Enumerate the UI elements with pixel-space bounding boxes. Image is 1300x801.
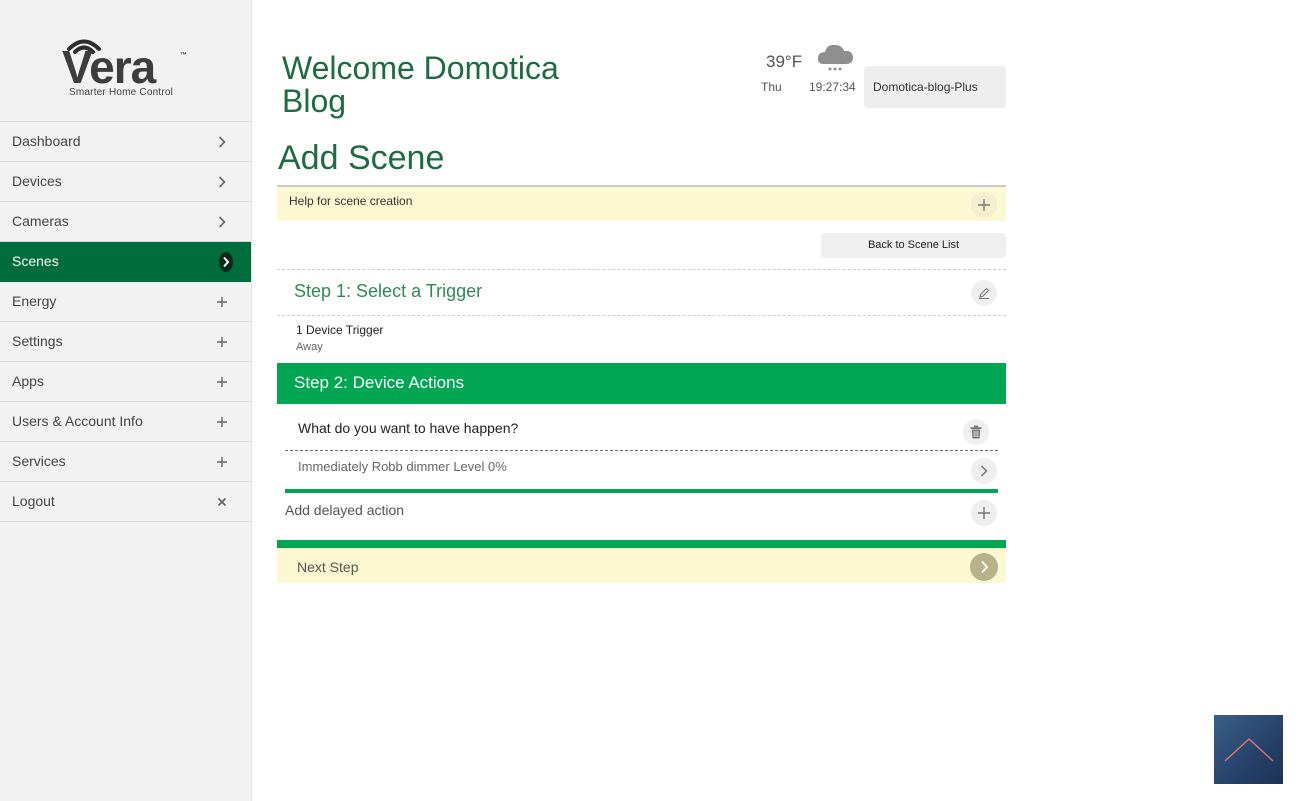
weather-time: 19:27:34: [809, 80, 856, 94]
plus-icon: [215, 402, 229, 441]
sidebar-item-label: Scenes: [12, 253, 59, 269]
sidebar: Vera ™ Smarter Home Control Dashboard De…: [0, 0, 252, 801]
step2-header: Step 2: Device Actions: [277, 363, 1006, 404]
user-account-box[interactable]: Domotica-blog-Plus: [864, 66, 1006, 108]
help-panel[interactable]: Help for scene creation: [277, 185, 1006, 221]
chevron-right-icon: [980, 560, 988, 574]
sidebar-item-label: Dashboard: [12, 133, 81, 149]
back-to-scene-list-button[interactable]: Back to Scene List: [821, 233, 1006, 258]
delete-action-group-button[interactable]: [963, 419, 989, 445]
logo-wordmark: Vera: [62, 41, 156, 93]
logo-trademark: ™: [180, 52, 187, 59]
snow-cloud-icon: [817, 44, 853, 71]
sidebar-item-label: Cameras: [12, 213, 69, 229]
weather-day: Thu: [761, 80, 782, 94]
trash-icon: [970, 425, 982, 439]
chevron-right-icon: [980, 465, 988, 477]
sidebar-item-scenes[interactable]: Scenes: [0, 242, 251, 282]
add-delayed-action-label: Add delayed action: [285, 502, 405, 518]
vera-logo[interactable]: Vera ™ Smarter Home Control: [0, 0, 251, 122]
plus-icon: [215, 442, 229, 481]
trigger-mode: Away: [296, 341, 323, 353]
sidebar-item-settings[interactable]: Settings: [0, 322, 251, 362]
add-delayed-action-row[interactable]: Add delayed action: [285, 496, 998, 532]
step1-title: Step 1: Select a Trigger: [294, 281, 483, 301]
sidebar-item-label: Energy: [12, 293, 57, 309]
action-group-header: What do you want to have happen?: [285, 410, 998, 451]
sidebar-item-dashboard[interactable]: Dashboard: [0, 122, 251, 162]
page-title: Add Scene: [278, 139, 445, 177]
chevron-right-icon: [219, 242, 233, 281]
sidebar-nav: Dashboard Devices Cameras Scenes Energy …: [0, 122, 251, 522]
sidebar-item-energy[interactable]: Energy: [0, 282, 251, 322]
plus-icon: [215, 362, 229, 401]
sidebar-item-apps[interactable]: Apps: [0, 362, 251, 402]
weather-temperature: 39°F: [766, 52, 803, 71]
chevron-up-icon: [1224, 737, 1273, 761]
next-step-label: Next Step: [297, 559, 359, 575]
sidebar-item-label: Users & Account Info: [12, 413, 143, 429]
sidebar-item-label: Devices: [12, 173, 62, 189]
plus-icon: [215, 282, 229, 321]
chevron-right-icon: [215, 162, 229, 201]
help-label: Help for scene creation: [289, 194, 413, 208]
sidebar-item-label: Settings: [12, 333, 63, 349]
welcome-heading: Welcome Domotica Blog: [282, 50, 559, 119]
chevron-right-icon: [215, 202, 229, 241]
plus-icon: [978, 507, 990, 519]
sidebar-item-cameras[interactable]: Cameras: [0, 202, 251, 242]
open-action-button[interactable]: [971, 458, 997, 484]
plus-icon: [215, 322, 229, 361]
logo-tagline: Smarter Home Control: [69, 87, 174, 98]
sidebar-item-users-account-info[interactable]: Users & Account Info: [0, 402, 251, 442]
action-row[interactable]: Immediately Robb dimmer Level 0%: [285, 452, 998, 489]
app: Vera ™ Smarter Home Control Dashboard De…: [0, 0, 1300, 801]
sidebar-item-services[interactable]: Services: [0, 442, 251, 482]
next-step-button[interactable]: [970, 553, 998, 581]
trigger-name: 1 Device Trigger: [296, 323, 384, 337]
chevron-right-icon: [215, 122, 229, 161]
sidebar-item-devices[interactable]: Devices: [0, 162, 251, 202]
divider: [285, 489, 998, 493]
next-step-bar[interactable]: Next Step: [277, 540, 1006, 583]
sidebar-item-logout[interactable]: Logout: [0, 482, 251, 522]
expand-help-button[interactable]: [971, 192, 997, 218]
add-delayed-action-button[interactable]: [971, 500, 997, 526]
pencil-icon: [979, 287, 990, 299]
sidebar-item-label: Apps: [12, 373, 44, 389]
weather-widget: 39°F Thu 19:27:34: [760, 44, 860, 106]
plus-icon: [978, 199, 990, 211]
sidebar-item-label: Services: [12, 453, 66, 469]
scroll-to-top-button[interactable]: [1214, 715, 1283, 784]
action-question: What do you want to have happen?: [298, 420, 519, 436]
step2-title: Step 2: Device Actions: [294, 373, 465, 392]
close-icon: [215, 482, 229, 521]
step1-header: Step 1: Select a Trigger: [277, 269, 1006, 316]
action-description: Immediately Robb dimmer Level 0%: [298, 459, 507, 474]
edit-trigger-button[interactable]: [971, 280, 997, 306]
sidebar-item-label: Logout: [12, 493, 55, 509]
